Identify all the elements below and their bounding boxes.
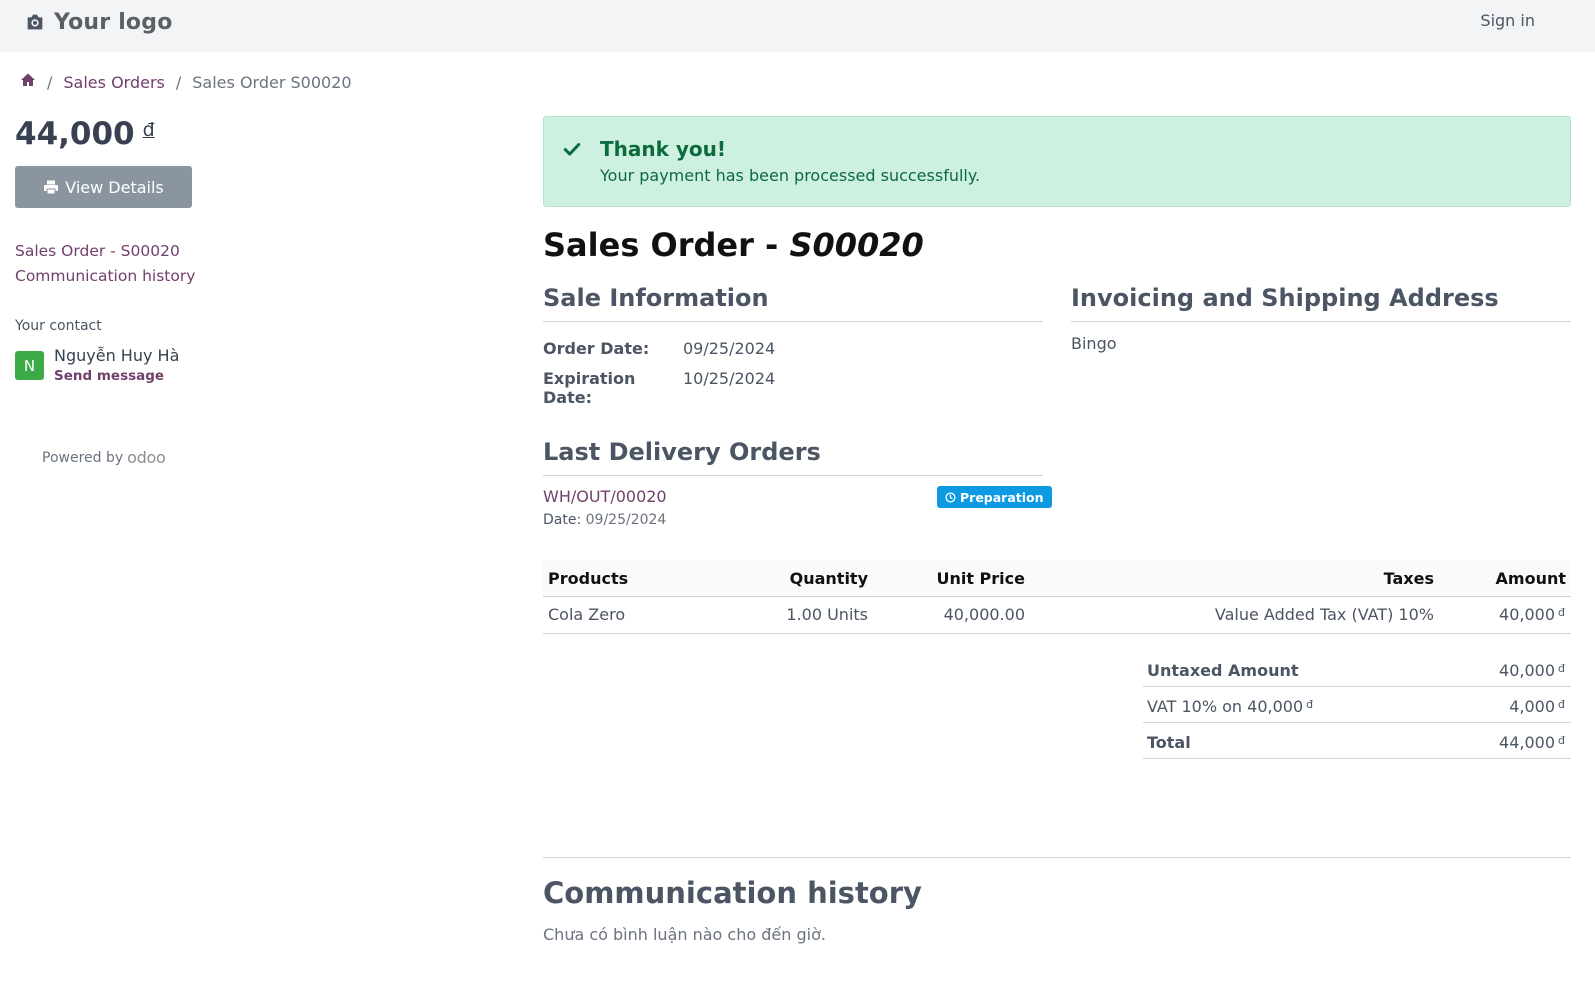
cell-amount-currency: đ [1558, 606, 1565, 619]
total-row: Total 44,000 đ [1143, 723, 1571, 759]
status-badge-label: Preparation [960, 489, 1044, 505]
powered-by-text: Powered by [42, 449, 124, 466]
order-number: S00020 [789, 226, 924, 264]
alert-message: Your payment has been processed successf… [600, 166, 981, 185]
title-prefix: Sales Order - [543, 226, 790, 264]
totals-table: Untaxed Amount 40,000 đ VAT 10% on 40,000… [1143, 651, 1571, 759]
breadcrumb: / Sales Orders / Sales Order S00020 [20, 72, 352, 92]
clock-icon [945, 491, 956, 503]
untaxed-currency: đ [1558, 662, 1565, 675]
untaxed-amount: 40,000 đ [1499, 661, 1565, 680]
breadcrumb-separator: / [175, 72, 182, 92]
untaxed-label: Untaxed Amount [1147, 661, 1299, 680]
amount-value: 44,000 [15, 116, 135, 152]
divider [543, 321, 1043, 322]
top-navbar: Your logo Sign in [0, 0, 1595, 52]
divider [543, 857, 1571, 858]
column-header-unit-price: Unit Price [936, 569, 1025, 588]
untaxed-row: Untaxed Amount 40,000 đ [1143, 651, 1571, 687]
vat-amount: 4,000 đ [1509, 697, 1565, 716]
sign-in-link[interactable]: Sign in [1480, 11, 1535, 30]
breadcrumb-current: Sales Order S00020 [192, 72, 352, 92]
delivery-heading: Last Delivery Orders [543, 438, 821, 466]
expiration-date-label: Expiration Date: [543, 369, 636, 407]
cell-product: Cola Zero [548, 605, 626, 624]
communication-heading: Communication history [543, 876, 922, 910]
breadcrumb-separator: / [47, 72, 53, 92]
order-date-row: Order Date: 09/25/2024 [543, 339, 775, 358]
order-date-label: Order Date: [543, 339, 650, 358]
total-currency: đ [1558, 734, 1565, 747]
vat-currency: đ [1558, 698, 1565, 711]
contact-name: Nguyễn Huy Hà [54, 346, 180, 365]
expiration-date-value: 10/25/2024 [683, 369, 776, 388]
powered-by: Powered by odoo [42, 448, 166, 467]
total-label: Total [1147, 733, 1191, 752]
check-icon [563, 143, 581, 156]
delivery-date: Date: 09/25/2024 [543, 512, 666, 528]
contact-card: N Nguyễn Huy Hà Send message [15, 346, 179, 384]
table-row: Cola Zero 1.00 Units 40,000.00 Value Add… [543, 597, 1571, 634]
table-header: Products Quantity Unit Price Taxes Amoun… [543, 560, 1571, 597]
order-amount: 44,000 đ [15, 116, 155, 152]
home-icon [21, 73, 35, 86]
communication-empty-text: Chưa có bình luận nào cho đến giờ. [543, 925, 826, 944]
sidebar-nav: Sales Order - S00020 Communication histo… [15, 239, 195, 289]
column-header-quantity: Quantity [789, 569, 868, 588]
divider [1071, 321, 1571, 322]
status-badge: Preparation [937, 486, 1052, 508]
camera-icon [27, 14, 43, 30]
breadcrumb-sales-orders[interactable]: Sales Orders [63, 73, 164, 92]
column-header-products: Products [548, 569, 629, 588]
sale-info-heading: Sale Information [543, 284, 769, 312]
column-header-amount: Amount [1495, 569, 1566, 588]
sidebar-item-communication-history[interactable]: Communication history [15, 264, 195, 289]
cell-amount: 40,000 đ [1499, 605, 1565, 624]
address-heading: Invoicing and Shipping Address [1071, 284, 1499, 312]
column-header-taxes: Taxes [1383, 569, 1434, 588]
breadcrumb-home[interactable] [20, 72, 36, 92]
vat-label: VAT 10% on 40,000 đ [1147, 697, 1313, 716]
success-alert: Thank you! Your payment has been process… [543, 116, 1571, 207]
sidebar-item-sales-order[interactable]: Sales Order - S00020 [15, 239, 195, 264]
amount-currency: đ [142, 119, 155, 141]
total-value: 44,000 [1499, 733, 1556, 752]
vat-value: 4,000 [1509, 697, 1556, 716]
odoo-logo[interactable]: odoo [127, 448, 166, 467]
alert-title: Thank you! [600, 137, 727, 161]
view-details-button[interactable]: View Details [15, 166, 192, 208]
delivery-date-label: Date: [543, 512, 582, 528]
order-date-value: 09/25/2024 [683, 339, 776, 358]
divider [543, 475, 1043, 476]
cell-taxes: Value Added Tax (VAT) 10% [1214, 605, 1434, 624]
vat-label-text: VAT 10% on 40,000 [1147, 697, 1304, 716]
avatar: N [15, 351, 44, 380]
contact-label: Your contact [15, 318, 102, 334]
cell-quantity: 1.00 Units [786, 605, 868, 624]
vat-label-currency: đ [1306, 698, 1314, 711]
page-title: Sales Order - S00020 [543, 226, 924, 264]
untaxed-value: 40,000 [1499, 661, 1556, 680]
send-message-link[interactable]: Send message [54, 368, 179, 384]
view-details-label: View Details [65, 177, 164, 197]
address-value: Bingo [1071, 334, 1117, 353]
logo-text: Your logo [54, 9, 173, 35]
delivery-date-value: 09/25/2024 [585, 512, 667, 528]
total-amount: 44,000 đ [1499, 733, 1565, 752]
cell-unit-price: 40,000.00 [943, 605, 1025, 624]
expiration-date-row: Expiration Date: 10/25/2024 [543, 369, 775, 407]
delivery-order-link[interactable]: WH/OUT/00020 [543, 487, 667, 506]
print-icon [44, 180, 59, 195]
logo-link[interactable]: Your logo [24, 6, 173, 38]
cell-amount-value: 40,000 [1499, 605, 1556, 624]
vat-row: VAT 10% on 40,000 đ 4,000 đ [1143, 687, 1571, 723]
